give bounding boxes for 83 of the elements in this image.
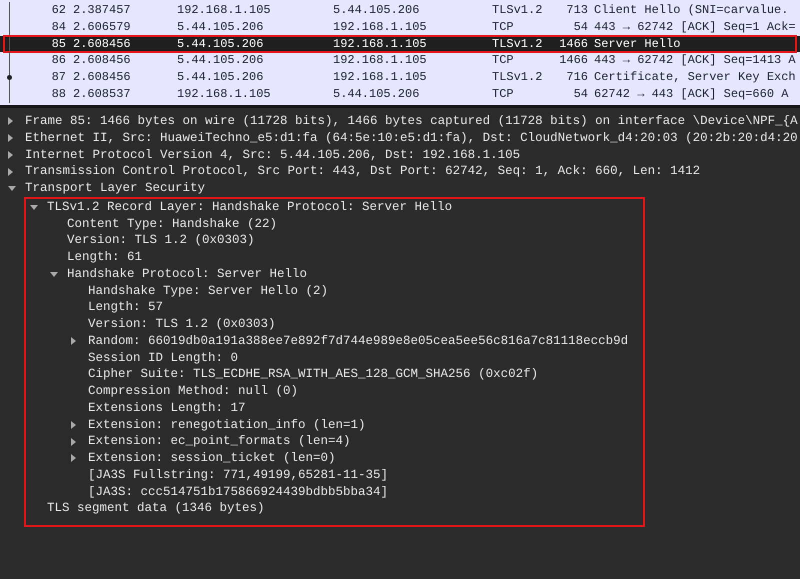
packet-source-cell-text: 5.44.105.206	[177, 36, 264, 52]
detail-line[interactable]: [JA3S Fullstring: 771,49199,65281-11-35]	[88, 466, 388, 484]
packet-row[interactable]: 84 2.606579 5.44.105.206 192.168.1.105 TCP 54 443 → 62742 [ACK] Seq=1 Ack=	[0, 18, 800, 36]
detail-line[interactable]: Extension: ec_point_formats (len=4)	[88, 433, 351, 450]
detail-line[interactable]: Session ID Length: 0	[88, 350, 238, 366]
packet-no-cell-text: 85	[50, 36, 66, 52]
collapsed-arrow-icon[interactable]	[8, 117, 13, 126]
collapsed-arrow-icon[interactable]	[8, 134, 13, 142]
packet-row[interactable]: 85 2.608456 5.44.105.206 192.168.1.105 TLSv1.2 1466 Server Hello	[0, 36, 800, 52]
packet-destination-cell-text: 5.44.105.206	[333, 86, 420, 103]
detail-line[interactable]: Version: TLS 1.2 (0x0303)	[88, 316, 276, 333]
detail-line[interactable]: Handshake Protocol: Server Hello	[67, 266, 308, 282]
detail-line[interactable]: Transmission Control Protocol, Src Port: 443, Dst Port: 62742, Seq: 1, Ack: 660, Len: 1412	[25, 163, 700, 180]
packet-time-cell-text: 2.608456	[72, 36, 132, 52]
packet-length-cell-text: 54	[572, 18, 588, 36]
detail-line[interactable]: Handshake Type: Server Hello (2)	[88, 282, 328, 300]
collapsed-arrow-icon[interactable]	[71, 454, 76, 462]
detail-line[interactable]: Extensions Length: 17	[88, 400, 246, 416]
detail-line[interactable]: Extension: session_ticket (len=0)	[88, 450, 336, 467]
detail-line[interactable]: Length: 61	[67, 249, 142, 266]
detail-line[interactable]: Transport Layer Security	[25, 180, 206, 197]
packet-row[interactable]: 86 2.608456 5.44.105.206 192.168.1.105 TCP 1466 443 → 62742 [ACK] Seq=1413 A	[0, 52, 800, 70]
packet-no-cell-text: 62	[50, 2, 66, 19]
detail-line[interactable]: TLSv1.2 Record Layer: Handshake Protocol: Server Hello	[47, 198, 452, 216]
packet-protocol-cell-text: TLSv1.2	[492, 69, 544, 86]
detail-line[interactable]: [JA3S: ccc514751b175866924439bdbb5bba34]	[88, 484, 388, 500]
packet-no-cell-text: 88	[50, 86, 66, 103]
collapsed-arrow-icon[interactable]	[71, 438, 76, 446]
packet-protocol-cell-text: TCP	[492, 52, 515, 70]
packet-time-cell-text: 2.608456	[72, 69, 132, 86]
packet-no-cell-text: 87	[50, 69, 66, 86]
detail-line[interactable]: Content Type: Handshake (22)	[67, 216, 278, 232]
detail-line[interactable]: Version: TLS 1.2 (0x0303)	[67, 232, 255, 249]
packet-length-cell-text: 1466	[558, 52, 588, 70]
packet-destination-cell-text: 192.168.1.105	[333, 52, 428, 70]
packet-info-cell-text: Client Hello (SNI=carvalue.	[593, 2, 790, 19]
packet-source-cell-text: 192.168.1.105	[177, 86, 272, 103]
packet-time-cell-text: 2.608537	[72, 86, 132, 103]
packet-source-cell-text: 5.44.105.206	[177, 52, 264, 70]
packet-length-cell-text: 54	[572, 86, 588, 103]
detail-line[interactable]: Random: 66019db0a191a388ee7e892f7d744e989e8e05cea5ee56c816a7c81118eccb9d	[88, 332, 628, 350]
packet-length-cell-text: 1466	[558, 36, 588, 52]
packet-info-cell-text: 62742 → 443 [ACK] Seq=660 A	[593, 86, 790, 103]
packet-row[interactable]: 62 2.387457 192.168.1.105 5.44.105.206 TLSv1.2 713 Client Hello (SNI=carvalue.	[0, 2, 800, 19]
packet-info-cell-text: Certificate, Server Key Exch	[593, 69, 797, 86]
packet-info-cell-text: Server Hello	[593, 36, 682, 52]
packet-source-cell-text: 5.44.105.206	[177, 18, 264, 36]
packet-info-cell-text: 443 → 62742 [ACK] Seq=1 Ack=	[593, 18, 797, 36]
packet-time-cell-text: 2.608456	[72, 52, 132, 70]
detail-line[interactable]: Ethernet II, Src: HuaweiTechno_e5:d1:fa (64:5e:10:e5:d1:fa), Dst: CloudNetwork_d4:20:03 (20:2b:20:d4:20	[25, 130, 798, 146]
collapsed-arrow-icon[interactable]	[71, 420, 76, 429]
packet-destination-cell-text: 192.168.1.105	[333, 18, 428, 36]
packet-length-cell-text: 716	[565, 69, 588, 86]
packet-time-cell-text: 2.606579	[72, 18, 132, 36]
packet-info-cell-text: 443 → 62742 [ACK] Seq=1413 A	[593, 52, 797, 70]
packet-row[interactable]: 88 2.608537 192.168.1.105 5.44.105.206 TCP 54 62742 → 443 [ACK] Seq=660 A	[0, 86, 800, 103]
packet-destination-cell-text: 192.168.1.105	[333, 69, 428, 86]
packet-source-cell-text: 5.44.105.206	[177, 69, 264, 86]
detail-line[interactable]: Cipher Suite: TLS_ECDHE_RSA_WITH_AES_128_GCM_SHA256 (0xc02f)	[88, 366, 538, 383]
detail-line[interactable]: TLS segment data (1346 bytes)	[47, 500, 265, 517]
collapsed-arrow-icon[interactable]	[8, 150, 13, 159]
detail-line[interactable]: Frame 85: 1466 bytes on wire (11728 bits), 1466 bytes captured (11728 bits) on interface \Device\NPF_{A	[25, 113, 798, 130]
detail-line[interactable]: Extension: renegotiation_info (len=1)	[88, 416, 366, 434]
collapsed-arrow-icon[interactable]	[8, 168, 13, 176]
packet-source-cell-text: 192.168.1.105	[177, 2, 272, 19]
packet-protocol-cell-text: TCP	[492, 86, 515, 103]
packet-destination-cell-text: 192.168.1.105	[333, 36, 428, 52]
packet-protocol-cell-text: TCP	[492, 18, 515, 36]
collapsed-arrow-icon[interactable]	[71, 337, 76, 346]
detail-line[interactable]: Compression Method: null (0)	[88, 383, 298, 400]
packet-protocol-cell-text: TLSv1.2	[492, 2, 544, 19]
packet-no-cell-text: 84	[50, 18, 66, 36]
detail-line[interactable]: Length: 57	[88, 299, 164, 316]
packet-length-cell-text: 713	[565, 2, 588, 19]
expanded-arrow-icon[interactable]	[30, 204, 38, 210]
packet-protocol-cell-text: TLSv1.2	[492, 36, 544, 52]
expanded-arrow-icon[interactable]	[8, 186, 16, 191]
detail-line[interactable]: Internet Protocol Version 4, Src: 5.44.105.206, Dst: 192.168.1.105	[25, 146, 520, 164]
expanded-arrow-icon[interactable]	[50, 272, 58, 277]
packet-no-cell-text: 86	[50, 52, 66, 70]
packet-time-cell-text: 2.387457	[72, 2, 132, 19]
packet-destination-cell-text: 5.44.105.206	[333, 2, 420, 19]
packet-row[interactable]: 87 2.608456 5.44.105.206 192.168.1.105 TLSv1.2 716 Certificate, Server Key Exch	[0, 69, 800, 86]
